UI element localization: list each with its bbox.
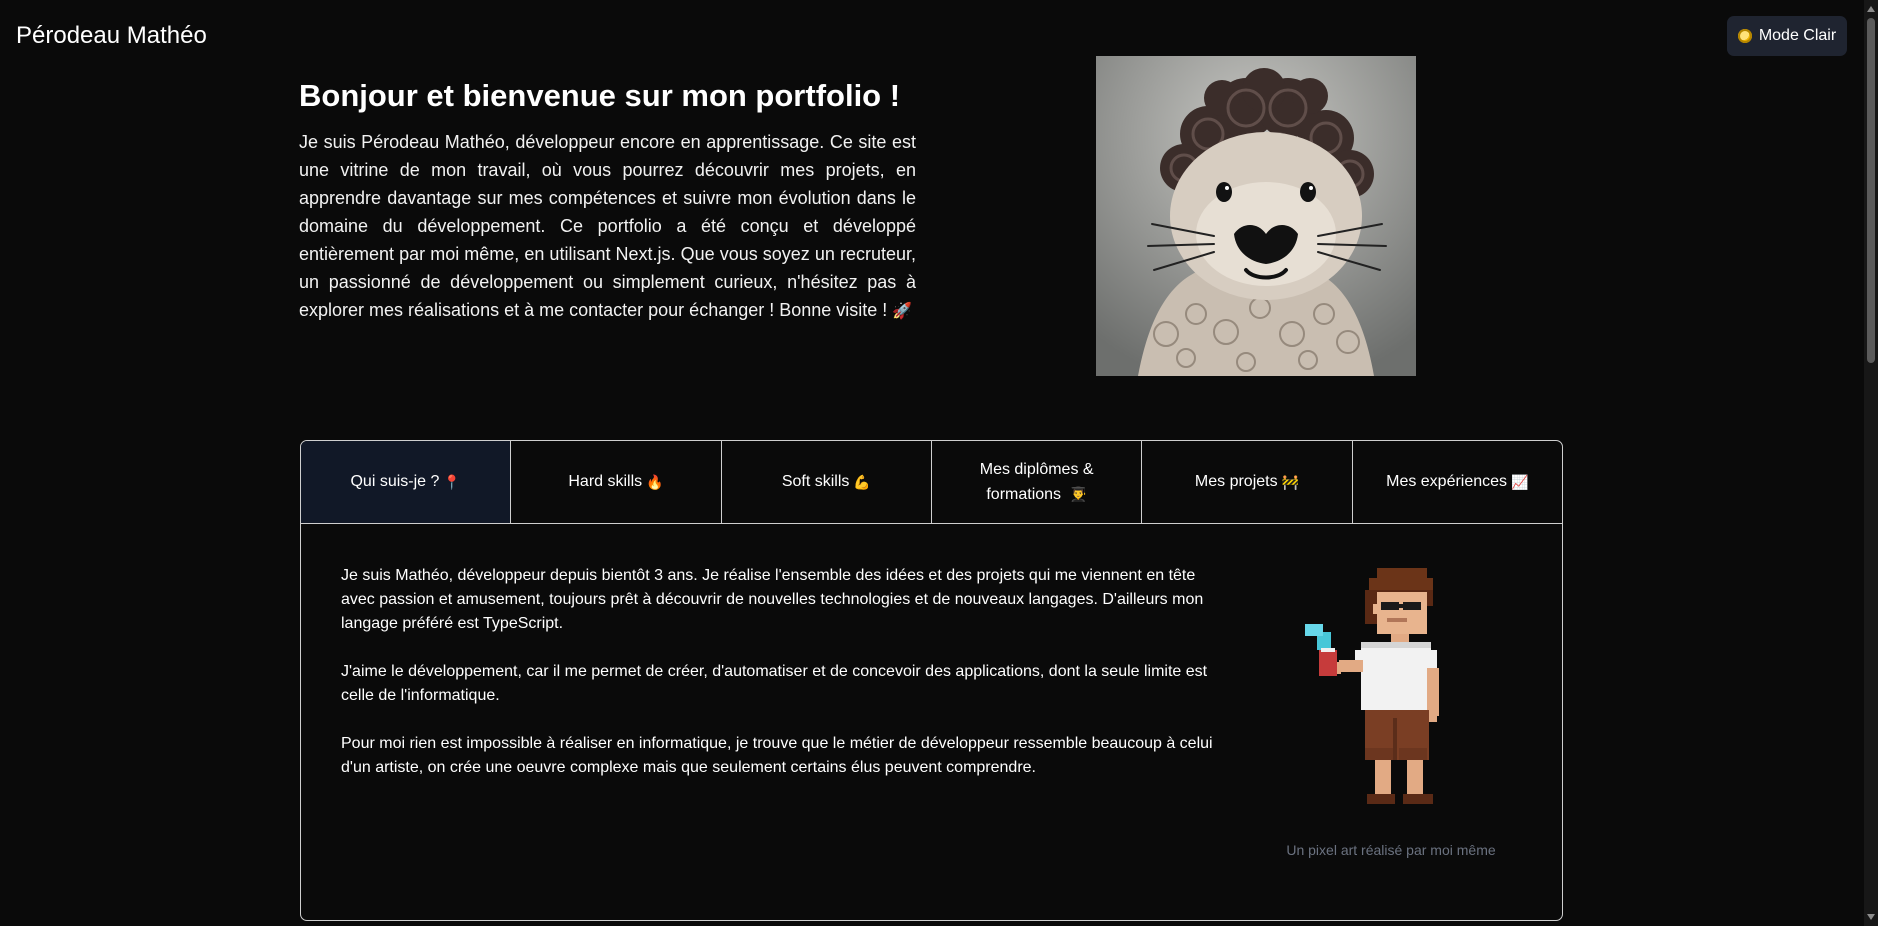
about-text: Je suis Mathéo, développeur depuis bient… bbox=[341, 564, 1216, 804]
tab-list: Qui suis-je ? 📍 Hard skills 🔥 Soft skill… bbox=[301, 441, 1562, 524]
tab-label: Mes projets bbox=[1194, 473, 1278, 490]
site-brand[interactable]: Pérodeau Mathéo bbox=[16, 22, 207, 50]
sun-icon bbox=[1737, 29, 1752, 43]
hero-paragraph: Je suis Pérodeau Mathéo, développeur enc… bbox=[299, 132, 916, 320]
chart-increasing-icon: 📈 bbox=[1511, 474, 1529, 490]
pixel-art-caption: Un pixel art réalisé par moi même bbox=[1286, 842, 1496, 858]
pixel-art-svg bbox=[1305, 568, 1439, 804]
tab-label: Soft skills bbox=[781, 473, 850, 490]
tab-experiences[interactable]: Mes expériences 📈 bbox=[1353, 441, 1562, 523]
fire-icon: 🔥 bbox=[646, 474, 664, 490]
portfolio-page: Pérodeau Mathéo Mode Clair Bonjour et bi… bbox=[0, 0, 1878, 926]
tab-label: Mes diplômes & bbox=[979, 460, 1094, 478]
tab-qui-suis-je[interactable]: Qui suis-je ? 📍 bbox=[301, 441, 512, 523]
tab-soft-skills[interactable]: Soft skills 💪 bbox=[722, 441, 932, 523]
tabs-card: Qui suis-je ? 📍 Hard skills 🔥 Soft skill… bbox=[300, 440, 1563, 921]
scroll-down-icon[interactable] bbox=[1867, 914, 1875, 920]
tab-label-multiline: Mes diplômes & formations 👨‍🎓 bbox=[980, 458, 1094, 507]
otter-portrait-image bbox=[1096, 56, 1416, 376]
hero-title: Bonjour et bienvenue sur mon portfolio ! bbox=[299, 78, 901, 113]
tab-panel-qui-suis-je: Je suis Mathéo, développeur depuis bient… bbox=[301, 524, 1562, 920]
tab-label-line-2: formations bbox=[986, 485, 1062, 503]
construction-icon: 🚧 bbox=[1281, 474, 1300, 490]
flexed-biceps-icon: 💪 bbox=[853, 474, 871, 490]
rocket-icon: 🚀 bbox=[892, 303, 913, 320]
graduate-icon: 👨‍🎓 bbox=[1069, 485, 1087, 502]
about-paragraph: Je suis Mathéo, développeur depuis bient… bbox=[341, 567, 1204, 632]
pixel-art-character-image bbox=[1303, 568, 1463, 816]
theme-toggle-button[interactable]: Mode Clair bbox=[1727, 16, 1847, 56]
tab-label: Qui suis-je ? bbox=[350, 473, 440, 490]
hero-text: Je suis Pérodeau Mathéo, développeur enc… bbox=[299, 128, 916, 326]
scroll-thumb[interactable] bbox=[1867, 18, 1875, 363]
pin-icon: 📍 bbox=[443, 474, 461, 490]
tab-label: Mes expériences bbox=[1386, 473, 1508, 490]
scroll-up-icon[interactable] bbox=[1867, 6, 1875, 12]
tab-hard-skills[interactable]: Hard skills 🔥 bbox=[511, 441, 722, 523]
about-paragraph: J'aime le développement, car il me perme… bbox=[341, 663, 1208, 704]
vertical-scrollbar[interactable] bbox=[1864, 0, 1878, 926]
about-paragraph: Pour moi rien est impossible à réaliser … bbox=[341, 735, 1213, 776]
tab-projets[interactable]: Mes projets 🚧 bbox=[1142, 441, 1353, 523]
theme-toggle-label: Mode Clair bbox=[1758, 27, 1837, 44]
tab-label: Hard skills bbox=[568, 473, 643, 490]
tab-diplomes-formations[interactable]: Mes diplômes & formations 👨‍🎓 bbox=[932, 441, 1143, 523]
otter-portrait-svg bbox=[1096, 56, 1416, 376]
